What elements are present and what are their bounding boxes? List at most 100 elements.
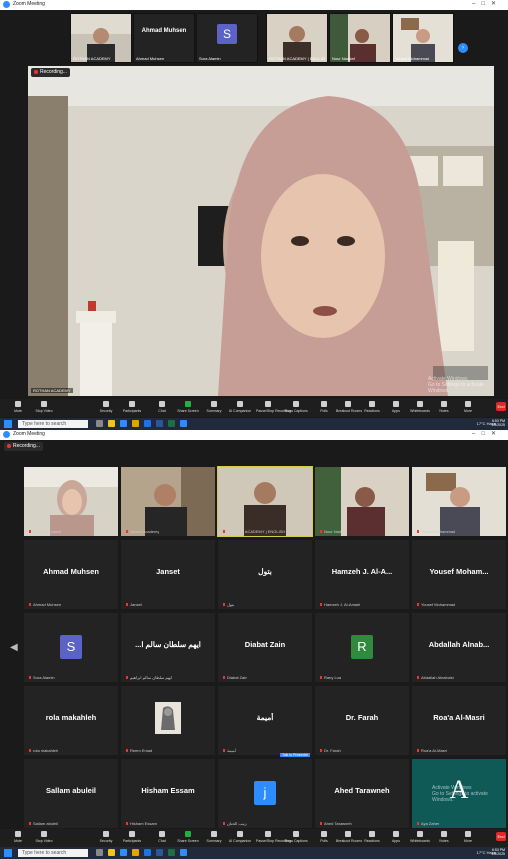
talk-tag[interactable]: Talk to Presenter (280, 753, 311, 757)
strip-tile[interactable]: Yousef Mohammad (392, 13, 454, 63)
recording-indicator[interactable]: Recording... (31, 68, 70, 77)
gallery-tile[interactable]: Abdallah Alnab... Abdallah Alnabulsi (412, 613, 506, 682)
windows-start-icon[interactable] (4, 420, 12, 428)
gallery-tile[interactable]: Dr. Farah Dr. Farah (315, 686, 409, 755)
gallery-tile[interactable]: Hisham Essam Hisham Essam (121, 759, 215, 828)
microphone-icon (15, 401, 21, 407)
stop-video-button[interactable]: Stop Video (32, 401, 56, 413)
chrome-icon[interactable] (132, 849, 139, 856)
window-controls[interactable]: –□✕ (472, 0, 502, 7)
breakout-rooms-button[interactable]: Breakout Rooms (336, 401, 362, 413)
ai-companion-button[interactable]: AI Companion (228, 401, 252, 413)
store-icon[interactable] (144, 849, 151, 856)
notes-button[interactable]: Notes (432, 831, 456, 843)
gallery-tile[interactable]: Yousef Mohammad (412, 467, 506, 536)
more-button[interactable]: More (456, 831, 480, 843)
apps-button[interactable]: Apps (384, 401, 408, 413)
breakout-rooms-button[interactable]: Breakout Rooms (336, 831, 362, 843)
zoom-task-icon[interactable] (180, 420, 187, 427)
store-icon[interactable] (144, 420, 151, 427)
edge-icon[interactable] (120, 849, 127, 856)
notes-button[interactable]: Notes (432, 401, 456, 413)
mute-button[interactable]: Mute (6, 401, 30, 413)
strip-tile[interactable]: Ahmad Muhsen Ahmad Muhsen (133, 13, 195, 63)
tile-name-label: Yousef Mohammad (417, 602, 455, 607)
participants-button[interactable]: Participants (120, 831, 144, 843)
gallery-tile[interactable]: ...ايهم سلطان سالم ا ايهم سلطان سالم ابرا… (121, 613, 215, 682)
gallery-tile[interactable]: Yousef Moham... Yousef Mohammad (412, 540, 506, 609)
polls-button[interactable]: Polls (312, 401, 336, 413)
gallery-tile[interactable]: S Sura Alamin (24, 613, 118, 682)
strip-tile[interactable]: ROTHAN ACADEMY (70, 13, 132, 63)
tile-name-label: Hamzeh J. Al-Amairi (320, 602, 360, 607)
security-button[interactable]: Security (94, 401, 118, 413)
gallery-tile[interactable]: Ahed Tarawneh Ahed Tarawneh (315, 759, 409, 828)
gallery-tile[interactable]: Nour Naddaf (315, 467, 409, 536)
share-screen-button[interactable]: Share Screen (176, 831, 200, 843)
gallery-tile[interactable]: R Rany Lua (315, 613, 409, 682)
file-explorer-icon[interactable] (108, 849, 115, 856)
mute-button[interactable]: Mute (6, 831, 30, 843)
gallery-tile[interactable]: بتول بتول (218, 540, 312, 609)
gallery-tile[interactable]: أميمة أميمة (218, 686, 312, 755)
gallery-tile[interactable]: Talk to Presenter j زينب الحنان (218, 753, 312, 828)
ai-companion-button[interactable]: AI Companion (228, 831, 252, 843)
participants-button[interactable]: Participants (120, 401, 144, 413)
chrome-icon[interactable] (132, 420, 139, 427)
chat-button[interactable]: Chat (150, 401, 174, 413)
previous-page-arrow-icon[interactable]: ◀ (10, 642, 18, 653)
gallery-tile-active-speaker[interactable]: ROTHAN ACADEMY | ENGLISH (217, 466, 313, 537)
summary-button[interactable]: Summary (202, 831, 226, 843)
strip-tile[interactable]: S Sura Alamin (196, 13, 258, 63)
taskbar-clock[interactable]: 6:53 PM 1/5/2025 (491, 848, 505, 856)
pause-stop-recording-button[interactable]: Pause/Stop Recording (256, 401, 291, 413)
gallery-tile[interactable]: Roa'a Al-Masri Roa'a Al-Masri (412, 686, 506, 755)
end-meeting-button[interactable]: End (496, 832, 506, 841)
gallery-tile[interactable]: Janset Janset (121, 540, 215, 609)
gallery-tile[interactable]: Diabat Zain Diabat Zain (218, 613, 312, 682)
word-icon[interactable] (156, 420, 163, 427)
taskbar-search-input[interactable]: Type here to search (18, 849, 88, 857)
task-view-icon[interactable] (96, 420, 103, 427)
gallery-tile[interactable]: Fadia A. Khaled (24, 467, 118, 536)
zoom-task-icon[interactable] (180, 849, 187, 856)
gallery-tile[interactable]: Sallam abuleil Sallam abuleil (24, 759, 118, 828)
chat-button[interactable]: Chat (150, 831, 174, 843)
end-meeting-button[interactable]: End (496, 402, 506, 411)
stop-video-button[interactable]: Stop Video (32, 831, 56, 843)
gallery-tile[interactable]: Hamzeh J. Al-A... Hamzeh J. Al-Amairi (315, 540, 409, 609)
pause-stop-recording-button[interactable]: Pause/Stop Recording (256, 831, 291, 843)
show-captions-button[interactable]: Show Captions (284, 831, 308, 843)
gallery-tile[interactable]: rola makahleh rola makahleh (24, 686, 118, 755)
reactions-button[interactable]: Reactions (360, 401, 384, 413)
strip-scroll-button[interactable]: › (458, 43, 468, 53)
excel-icon[interactable] (168, 420, 175, 427)
apps-button[interactable]: Apps (384, 831, 408, 843)
gallery-tile[interactable]: Ahmad Muhsen Ahmad Muhsen (24, 540, 118, 609)
share-icon (185, 401, 191, 407)
security-button[interactable]: Security (94, 831, 118, 843)
taskbar-search-input[interactable]: Type here to search (18, 420, 88, 428)
gallery-tile[interactable]: Janset Academy (121, 467, 215, 536)
whiteboards-button[interactable]: Whiteboards (408, 401, 432, 413)
whiteboards-button[interactable]: Whiteboards (408, 831, 432, 843)
file-explorer-icon[interactable] (108, 420, 115, 427)
show-captions-button[interactable]: Show Captions (284, 401, 308, 413)
summary-button[interactable]: Summary (202, 401, 226, 413)
gallery-tile[interactable]: Reem Emad (121, 686, 215, 755)
share-screen-button[interactable]: Share Screen (176, 401, 200, 413)
toolbar-label: Polls (320, 839, 328, 843)
strip-tile[interactable]: Nour Naddaf (329, 13, 391, 63)
more-button[interactable]: More (456, 401, 480, 413)
strip-tile[interactable]: ROTHAN ACADEMY | ENGLISH (266, 13, 328, 63)
edge-icon[interactable] (120, 420, 127, 427)
excel-icon[interactable] (168, 849, 175, 856)
window-controls[interactable]: –□✕ (472, 430, 502, 437)
recording-indicator[interactable]: Recording... (4, 442, 43, 451)
word-icon[interactable] (156, 849, 163, 856)
taskbar-clock[interactable]: 6:53 PM 1/5/2025 (491, 419, 505, 427)
polls-button[interactable]: Polls (312, 831, 336, 843)
task-view-icon[interactable] (96, 849, 103, 856)
reactions-button[interactable]: Reactions (360, 831, 384, 843)
windows-start-icon[interactable] (4, 849, 12, 857)
